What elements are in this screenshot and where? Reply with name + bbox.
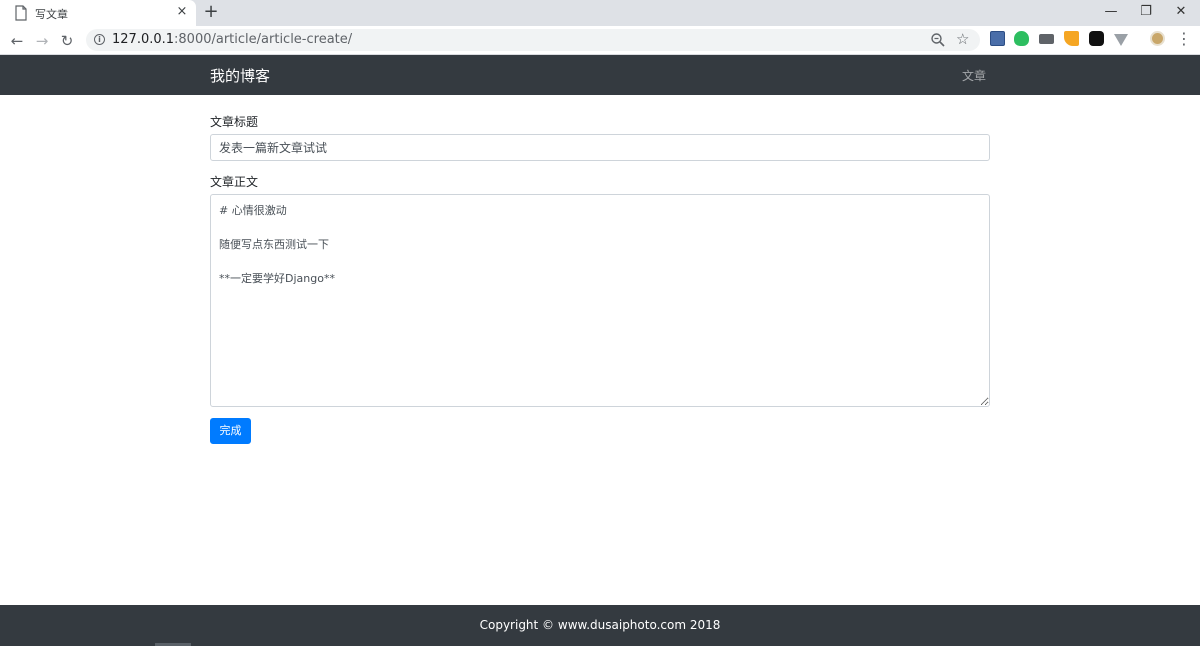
title-input[interactable] <box>210 134 990 161</box>
reload-button[interactable]: ↻ <box>58 32 76 50</box>
bookmark-star-icon[interactable]: ☆ <box>956 30 969 48</box>
back-button[interactable]: ← <box>8 32 26 50</box>
url-text[interactable]: 127.0.0.1:8000/article/article-create/ <box>112 32 352 47</box>
browser-menu-icon[interactable]: ⋮ <box>1176 31 1192 49</box>
footer-copyright: Copyright © www.dusaiphoto.com 2018 <box>479 618 721 632</box>
body-textarea[interactable]: # 心情很激动 随便写点东西测试一下 **一定要学好Django** <box>210 194 990 407</box>
nav-link-articles[interactable]: 文章 <box>962 67 986 84</box>
browser-toolbar: ← → ↻ i 127.0.0.1:8000/article/article-c… <box>0 26 1200 55</box>
site-navbar: 我的博客 文章 <box>0 55 1200 95</box>
site-info-icon[interactable]: i <box>94 34 105 45</box>
bookmark-extension-icon[interactable] <box>990 31 1005 46</box>
evernote-icon[interactable] <box>1014 31 1029 46</box>
url-path: :8000/article/article-create/ <box>174 32 353 47</box>
url-host: 127.0.0.1 <box>112 32 175 47</box>
tab-close-icon[interactable]: × <box>175 4 189 20</box>
title-label: 文章标题 <box>210 115 259 129</box>
rss-icon[interactable] <box>1064 31 1079 46</box>
close-window-button[interactable]: ✕ <box>1164 0 1198 24</box>
new-tab-button[interactable]: + <box>202 2 220 22</box>
site-brand[interactable]: 我的博客 <box>210 65 270 86</box>
zoom-icon[interactable] <box>930 32 946 48</box>
forward-button[interactable]: → <box>33 32 51 50</box>
tab-strip: 写文章 × + — ❐ ✕ <box>0 0 1200 26</box>
restore-button[interactable]: ❐ <box>1129 0 1163 24</box>
mail-icon[interactable] <box>1039 34 1054 44</box>
tab-title: 写文章 <box>35 8 68 21</box>
body-label: 文章正文 <box>210 175 259 189</box>
site-footer: Copyright © www.dusaiphoto.com 2018 <box>0 605 1200 646</box>
browser-tab[interactable]: 写文章 × <box>0 0 196 26</box>
document-icon <box>15 5 27 21</box>
vue-devtools-icon[interactable] <box>1114 34 1128 46</box>
submit-button[interactable]: 完成 <box>210 418 251 444</box>
tampermonkey-icon[interactable] <box>1089 31 1104 46</box>
profile-avatar-icon[interactable] <box>1150 31 1165 46</box>
address-bar[interactable]: i 127.0.0.1:8000/article/article-create/… <box>86 29 980 51</box>
minimize-button[interactable]: — <box>1094 0 1128 24</box>
